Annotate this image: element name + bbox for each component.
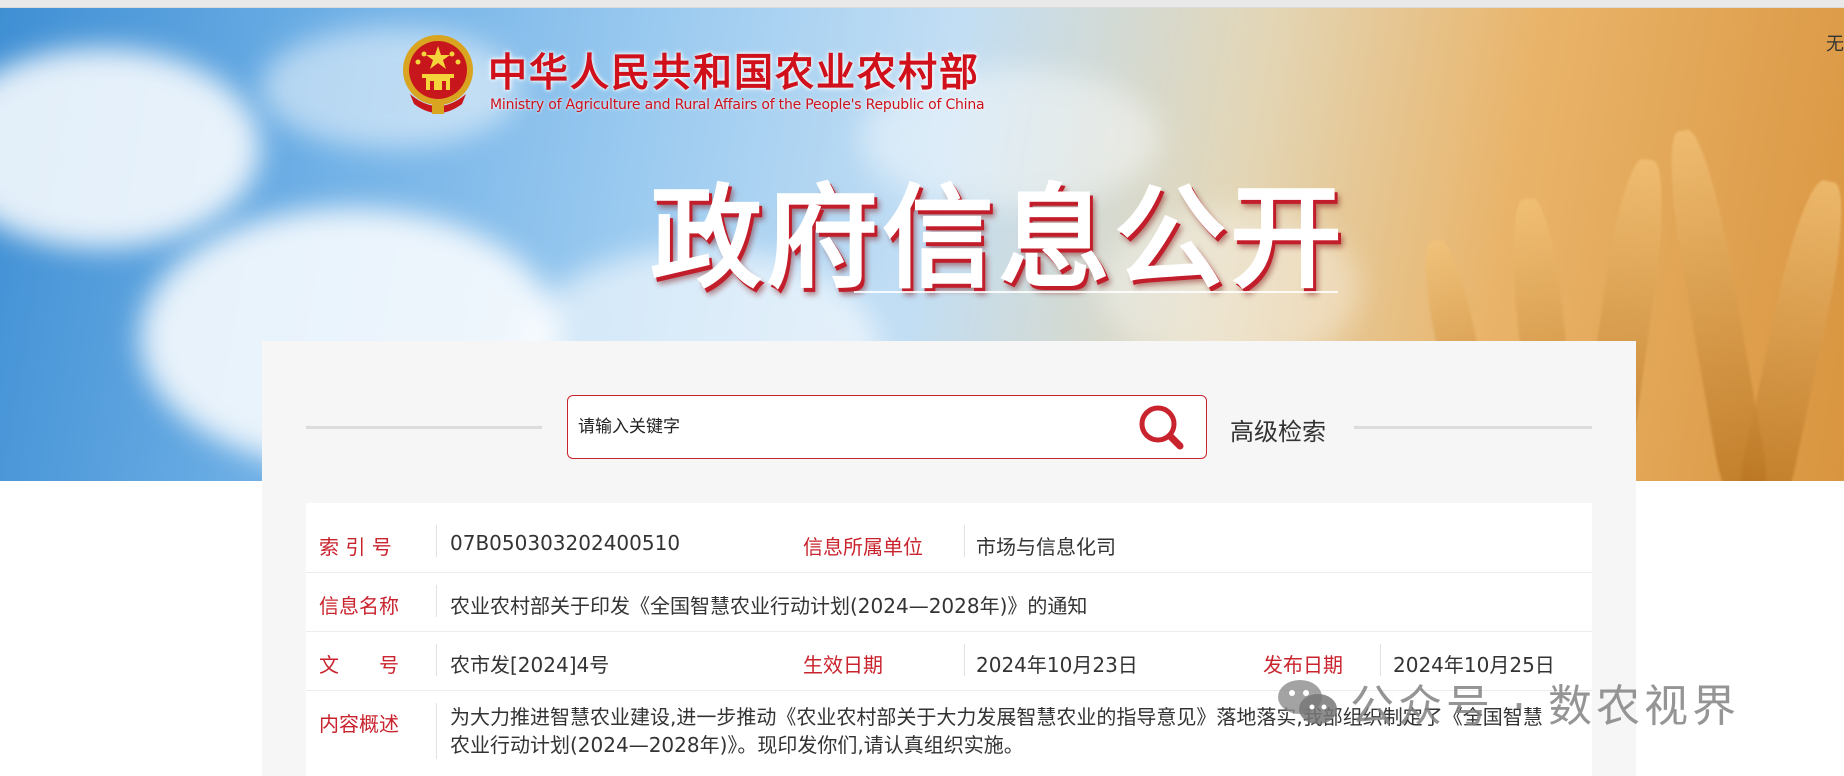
search-icon (1139, 405, 1184, 450)
index-no-value: 07B050303202400510 (450, 531, 681, 555)
ministry-name-en: Ministry of Agriculture and Rural Affair… (490, 97, 985, 113)
unit-value: 市场与信息化司 (976, 535, 1116, 559)
name-label: 信息名称 (319, 594, 399, 618)
section-title: 政府信息公开 (650, 174, 1346, 304)
search-input[interactable] (570, 398, 1110, 456)
divider (436, 644, 437, 676)
search-divider-right (1354, 426, 1592, 429)
unit-label: 信息所属单位 (803, 535, 923, 559)
corner-text: 无 (1826, 34, 1844, 55)
publish-date-label: 发布日期 (1263, 653, 1343, 677)
publish-date-value: 2024年10月25日 (1393, 653, 1555, 677)
national-emblem-icon (403, 35, 473, 114)
browser-top-strip (0, 0, 1844, 8)
summary-value: 为大力推进智慧农业建设,进一步推动《农业农村部关于大力发展智慧农业的指导意见》落… (450, 705, 1543, 757)
title-underline (854, 291, 1338, 293)
effective-date-label: 生效日期 (803, 653, 883, 677)
search-box (567, 395, 1207, 459)
effective-date-value: 2024年10月23日 (976, 653, 1138, 677)
info-row-index: 索 引 号 07B050303202400510 信息所属单位 市场与信息化司 (306, 503, 1592, 573)
name-value: 农业农村部关于印发《全国智慧农业行动计划(2024—2028年)》的通知 (450, 594, 1088, 618)
info-row-doc: 文 号 农市发[2024]4号 生效日期 2024年10月23日 发布日期 20… (306, 632, 1592, 691)
search-divider-left (306, 426, 542, 429)
summary-label: 内容概述 (319, 712, 399, 736)
divider (436, 703, 437, 759)
doc-no-value: 农市发[2024]4号 (450, 653, 610, 677)
search-button[interactable] (1128, 402, 1198, 454)
info-row-summary: 内容概述 为大力推进智慧农业建设,进一步推动《农业农村部关于大力发展智慧农业的指… (306, 691, 1592, 776)
divider (1380, 644, 1381, 676)
divider (964, 644, 965, 676)
divider (436, 525, 437, 557)
ministry-name-cn: 中华人民共和国农业农村部 (488, 50, 981, 96)
advanced-search-link[interactable]: 高级检索 (1230, 412, 1326, 447)
index-no-label: 索 引 号 (319, 535, 392, 559)
info-row-name: 信息名称 农业农村部关于印发《全国智慧农业行动计划(2024—2028年)》的通… (306, 573, 1592, 632)
info-table: 索 引 号 07B050303202400510 信息所属单位 市场与信息化司 … (306, 503, 1592, 776)
divider (436, 585, 437, 617)
doc-no-label: 文 号 (319, 653, 399, 677)
divider (964, 525, 965, 557)
